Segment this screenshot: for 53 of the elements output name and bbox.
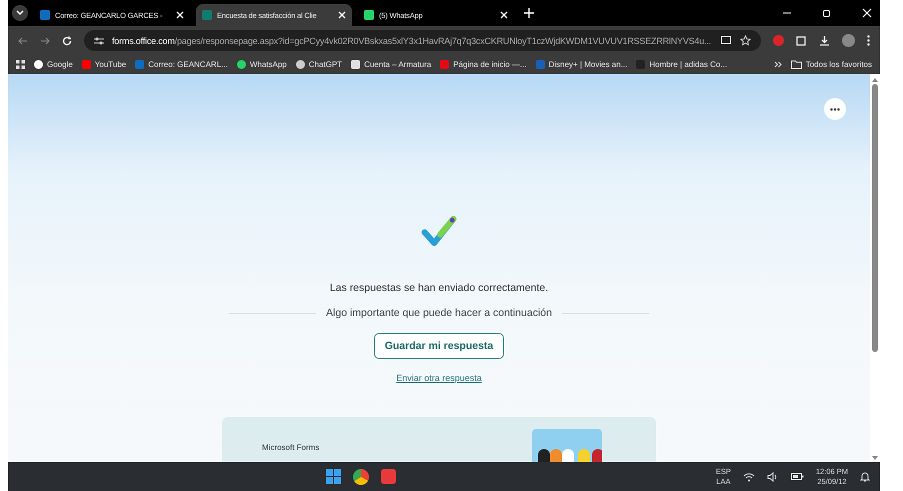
bookmark-link[interactable]: Página de inicio —... — [440, 60, 527, 69]
restore-icon[interactable] — [822, 8, 832, 18]
close-icon[interactable] — [176, 11, 184, 19]
browser-taskbar-icon[interactable] — [352, 468, 369, 484]
wifi-icon[interactable] — [742, 472, 755, 482]
bookmark-link[interactable]: Hombre | adidas Co... — [636, 60, 728, 69]
star-icon[interactable] — [740, 35, 751, 46]
scrollbar-thumb[interactable] — [872, 84, 878, 352]
app-taskbar-icon[interactable] — [380, 469, 396, 484]
battery-icon[interactable] — [790, 472, 804, 481]
scroll-up-icon[interactable] — [872, 78, 878, 82]
bookmark-link[interactable]: Correo: GEANCARL... — [135, 60, 228, 69]
notification-bell-icon[interactable] — [860, 471, 870, 482]
tab-search-button[interactable] — [12, 5, 28, 21]
more-options-button[interactable] — [824, 98, 846, 120]
url-text: forms.office.com/pages/responsepage.aspx?id=gcPCyy4vk02R0VBskxas5xlY3x1HavRAj7q7q3cxCKRUNloyT1czWjdKWDM1VUVUV1RSSEZRRlNYVS4u... — [112, 36, 712, 46]
ellipsis-icon — [830, 108, 840, 110]
close-icon[interactable] — [862, 8, 872, 18]
more-icon[interactable] — [867, 35, 870, 46]
close-icon[interactable] — [500, 11, 508, 19]
new-tab-icon[interactable] — [524, 8, 534, 18]
apps-grid-icon[interactable] — [16, 60, 25, 69]
chevron-icon[interactable] — [774, 61, 782, 68]
bookmark-link[interactable]: Disney+ | Movies an... — [536, 60, 628, 69]
all-bookmarks-link[interactable]: Todos los favoritos — [790, 60, 872, 69]
bookmark-link[interactable]: Google — [34, 60, 73, 69]
success-message: Las respuestas se han enviado correctamente. — [330, 282, 548, 294]
back-icon[interactable] — [18, 36, 28, 46]
next-steps-heading: Algo importante que puede hacer a continuación — [326, 307, 552, 319]
save-response-button[interactable]: Guardar mi respuesta — [374, 333, 504, 359]
volume-icon[interactable] — [766, 472, 779, 482]
site-settings-icon[interactable] — [94, 36, 104, 44]
bookmark-link[interactable]: WhatsApp — [236, 60, 287, 69]
reload-icon[interactable] — [62, 36, 72, 46]
download-icon[interactable] — [819, 35, 830, 46]
tab-favicon-icon — [202, 10, 212, 20]
start-icon[interactable] — [326, 469, 341, 484]
checkmark-icon — [421, 214, 457, 248]
bookmark-link[interactable]: YouTube — [82, 60, 126, 69]
profile-avatar-icon[interactable] — [842, 34, 855, 47]
submit-another-link[interactable]: Enviar otra respuesta — [396, 373, 482, 383]
caret-icon — [16, 10, 24, 16]
close-icon[interactable] — [338, 11, 346, 19]
scroll-down-icon[interactable] — [872, 456, 878, 460]
bookmark-link[interactable]: Cuenta – Armatura — [351, 60, 432, 69]
address-bar[interactable]: forms.office.com/pages/responsepage.aspx?id=gcPCyy4vk02R0VBskxas5xlY3x1HavRAj7q7q3cxCKRUNloyT1czWjdKWDM1VUVUV1RSSEZRRlNYVS4u... — [84, 30, 761, 51]
tab-favicon-icon — [364, 10, 374, 20]
card-label: Microsoft Forms — [262, 443, 320, 452]
forward-icon[interactable] — [40, 36, 50, 46]
tab-favicon-icon — [40, 10, 50, 20]
bookmark-link[interactable]: ChatGPT — [296, 60, 342, 69]
illustration-drawing — [532, 429, 602, 462]
folder-icon — [790, 60, 802, 69]
